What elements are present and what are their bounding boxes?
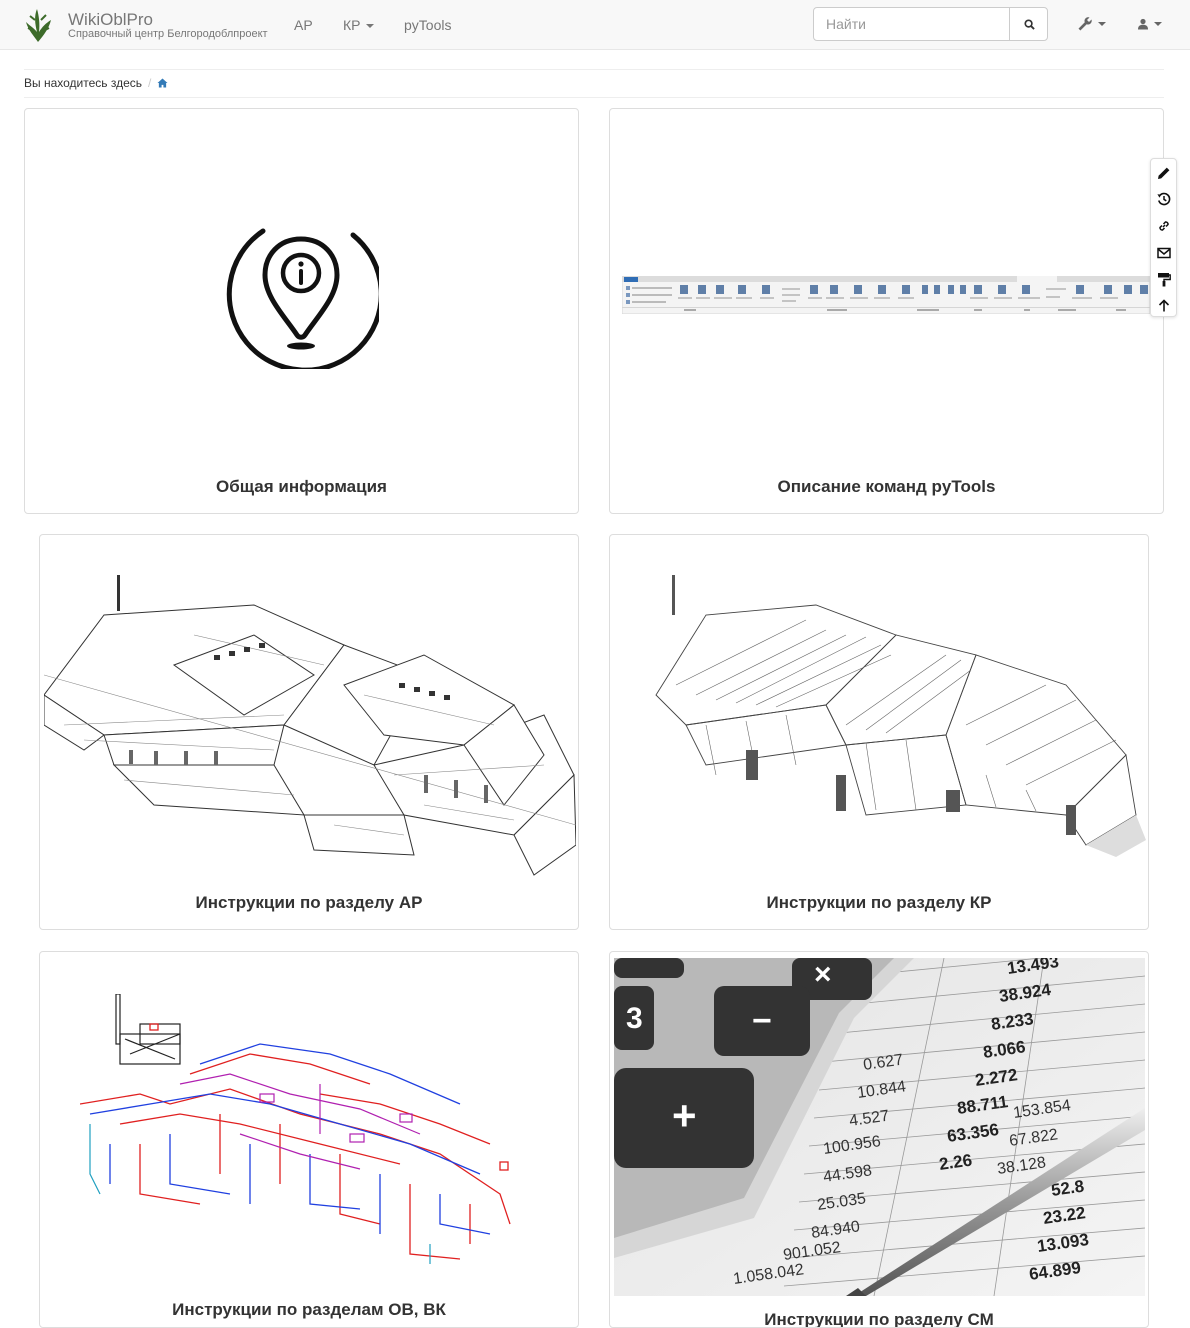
- edit-icon: [1158, 167, 1170, 179]
- divider: [24, 97, 1164, 98]
- nav-item-pytools[interactable]: pyTools: [404, 16, 451, 34]
- arrow-up-icon: [1158, 298, 1170, 311]
- search-form: [813, 7, 1048, 41]
- scroll-top-button[interactable]: [1155, 296, 1173, 314]
- nav-item-label: pyTools: [404, 17, 452, 33]
- caret-down-icon: [1098, 22, 1106, 26]
- revit-ribbon-screenshot: [622, 276, 1150, 314]
- edit-button[interactable]: [1155, 164, 1173, 182]
- breadcrumb: Вы находитесь здесь /: [24, 76, 168, 91]
- user-dropdown[interactable]: [1137, 14, 1162, 34]
- structure-3d-model: [655, 575, 1146, 857]
- card-general-info[interactable]: Общая информация: [24, 108, 579, 514]
- card-pytools[interactable]: Описание команд pyTools: [609, 108, 1164, 514]
- svg-text:−: −: [752, 1002, 772, 1040]
- svg-text:×: ×: [814, 958, 832, 991]
- svg-text:+: +: [672, 1092, 697, 1139]
- nav-item-ar[interactable]: АР: [294, 16, 313, 34]
- wrench-icon: [1078, 17, 1092, 31]
- caret-down-icon: [1154, 22, 1162, 26]
- breadcrumb-separator: /: [148, 76, 152, 90]
- nav-item-kr-dropdown[interactable]: КР: [343, 16, 374, 34]
- mep-pipes-3d-model: [80, 994, 511, 1264]
- brand-subtitle: Справочный центр Белгородоблпроект: [68, 28, 268, 40]
- mail-icon: [1157, 247, 1171, 259]
- card-title: Инструкции по разделам ОВ, ВК: [172, 1300, 446, 1319]
- nav-item-label: КР: [343, 17, 361, 33]
- tools-dropdown[interactable]: [1077, 14, 1106, 34]
- home-icon: [157, 78, 168, 88]
- caret-down-icon: [365, 24, 374, 29]
- paint-roller-icon: [1158, 272, 1171, 286]
- breadcrumb-home-link[interactable]: [157, 77, 168, 91]
- top-navbar: WikiOblPro Справочный центр Белгородоблп…: [0, 0, 1190, 50]
- calculator-spreadsheet-photo: 13.493 38.924 8.233 8.066 2.272 88.711 6…: [614, 958, 1145, 1296]
- nav-item-label: АР: [294, 17, 313, 33]
- card-kr-instructions[interactable]: Инструкции по разделу КР: [609, 534, 1149, 930]
- history-icon: [1157, 192, 1171, 206]
- logo-icon[interactable]: [22, 6, 54, 44]
- search-button[interactable]: [1009, 7, 1048, 41]
- user-icon: [1138, 18, 1148, 30]
- search-icon: [1023, 18, 1035, 30]
- format-button[interactable]: [1155, 270, 1173, 288]
- card-title: Общая информация: [216, 477, 387, 496]
- link-icon: [1159, 221, 1169, 231]
- svg-text:3: 3: [626, 1002, 643, 1035]
- info-pin-icon: [226, 228, 379, 369]
- page-actions-toolbar: [1150, 158, 1177, 317]
- card-sm-instructions[interactable]: 13.493 38.924 8.233 8.066 2.272 88.711 6…: [609, 951, 1149, 1328]
- mail-button[interactable]: [1155, 244, 1173, 262]
- card-title: Инструкции по разделу КР: [766, 893, 992, 912]
- card-ov-vk-instructions[interactable]: Инструкции по разделам ОВ, ВК: [39, 951, 579, 1328]
- brand-title[interactable]: WikiOblPro: [68, 11, 153, 29]
- link-button[interactable]: [1155, 217, 1173, 235]
- card-title: Описание команд pyTools: [777, 477, 996, 496]
- history-button[interactable]: [1155, 190, 1173, 208]
- architecture-3d-model: [44, 575, 576, 876]
- search-input[interactable]: [814, 8, 1009, 40]
- breadcrumb-prefix: Вы находитесь здесь: [24, 76, 143, 90]
- card-title: Инструкции по разделу СМ: [764, 1310, 994, 1328]
- divider: [24, 69, 1164, 70]
- card-ar-instructions[interactable]: Инструкции по разделу АР: [39, 534, 579, 930]
- card-title: Инструкции по разделу АР: [195, 893, 423, 912]
